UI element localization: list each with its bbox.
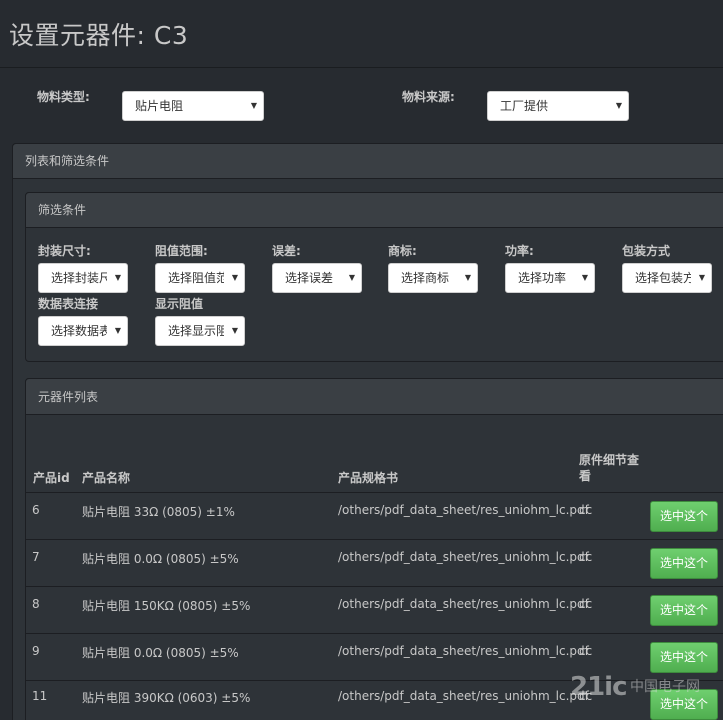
- row-detail: cc: [579, 597, 593, 611]
- brand-value: 选择商标: [401, 271, 450, 285]
- filter-panel-title: 筛选条件: [25, 192, 723, 228]
- row-id: 8: [32, 597, 40, 611]
- resistance-range-value: 选择阻值范围: [168, 271, 224, 285]
- chevron-down-icon: ▼: [114, 273, 121, 282]
- watermark-subtitle: 中国电子网: [630, 679, 700, 695]
- filter-label-packaging: 包装方式: [622, 244, 671, 258]
- chevron-down-icon: ▼: [250, 101, 257, 110]
- row-id: 9: [32, 644, 40, 658]
- row-spec-link[interactable]: /others/pdf_data_sheet/res_uniohm_lc.pdf: [338, 644, 589, 658]
- row-id: 11: [32, 689, 48, 703]
- row-detail: cc: [579, 550, 593, 564]
- chevron-down-icon: ▼: [231, 326, 238, 335]
- filter-label-display-resistance: 显示阻值: [155, 297, 204, 311]
- row-name: 贴片电阻 150KΩ (0805) ±5%: [82, 599, 251, 613]
- chevron-down-icon: ▼: [348, 273, 355, 282]
- column-header-name: 产品名称: [82, 471, 131, 485]
- page-title: 设置元器件: C3: [9, 21, 189, 50]
- row-name: 贴片电阻 0.0Ω (0805) ±5%: [82, 552, 239, 566]
- material-source-label: 物料来源:: [402, 90, 455, 104]
- filter-label-resistance-range: 阻值范围:: [155, 244, 208, 258]
- display-resistance-value: 选择显示阻值: [168, 324, 224, 338]
- row-name: 贴片电阻 33Ω (0805) ±1%: [82, 505, 235, 519]
- row-id: 6: [32, 503, 40, 517]
- packaging-select[interactable]: 选择包装方式 ▼: [622, 263, 712, 293]
- material-type-label: 物料类型:: [37, 90, 90, 104]
- filter-label-brand: 商标:: [388, 244, 417, 258]
- title-divider: [0, 67, 723, 68]
- watermark-logo: 21ic: [570, 672, 628, 702]
- power-value: 选择功率: [518, 271, 567, 285]
- column-header-detail: 原件细节查看: [579, 453, 640, 483]
- chevron-down-icon: ▼: [581, 273, 588, 282]
- select-this-button[interactable]: 选中这个: [650, 501, 718, 532]
- filter-label-package-size: 封装尺寸:: [38, 244, 91, 258]
- power-select[interactable]: 选择功率 ▼: [505, 263, 595, 293]
- datasheet-link-select[interactable]: 选择数据表连接 ▼: [38, 316, 128, 346]
- chevron-down-icon: ▼: [615, 101, 622, 110]
- component-list-title: 元器件列表: [25, 378, 723, 415]
- row-spec-link[interactable]: /others/pdf_data_sheet/res_uniohm_lc.pdf: [338, 550, 589, 564]
- material-type-value: 贴片电阻: [135, 99, 184, 113]
- select-this-button[interactable]: 选中这个: [650, 595, 718, 626]
- row-spec-link[interactable]: /others/pdf_data_sheet/res_uniohm_lc.pdf: [338, 503, 589, 517]
- list-and-filter-panel-title: 列表和筛选条件: [12, 143, 723, 179]
- table-row: 8 贴片电阻 150KΩ (0805) ±5% /others/pdf_data…: [26, 586, 723, 633]
- row-spec-link[interactable]: /others/pdf_data_sheet/res_uniohm_lc.pdf: [338, 689, 589, 703]
- datasheet-link-value: 选择数据表连接: [51, 324, 107, 338]
- table-row: 7 贴片电阻 0.0Ω (0805) ±5% /others/pdf_data_…: [26, 539, 723, 586]
- material-source-select[interactable]: 工厂提供 ▼: [487, 91, 629, 121]
- row-spec-link[interactable]: /others/pdf_data_sheet/res_uniohm_lc.pdf: [338, 597, 589, 611]
- column-header-id: 产品id: [33, 471, 70, 485]
- column-header-spec: 产品规格书: [338, 471, 399, 485]
- row-detail: cc: [579, 644, 593, 658]
- row-name: 贴片电阻 0.0Ω (0805) ±5%: [82, 646, 239, 660]
- table-row: 6 贴片电阻 33Ω (0805) ±1% /others/pdf_data_s…: [26, 492, 723, 539]
- package-size-select[interactable]: 选择封装尺寸 ▼: [38, 263, 128, 293]
- material-source-value: 工厂提供: [500, 99, 549, 113]
- display-resistance-select[interactable]: 选择显示阻值 ▼: [155, 316, 245, 346]
- tolerance-select[interactable]: 选择误差 ▼: [272, 263, 362, 293]
- filter-label-tolerance: 误差:: [272, 244, 301, 258]
- chevron-down-icon: ▼: [464, 273, 471, 282]
- filter-label-datasheet-link: 数据表连接: [38, 297, 99, 311]
- chevron-down-icon: ▼: [114, 326, 121, 335]
- chevron-down-icon: ▼: [231, 273, 238, 282]
- packaging-value: 选择包装方式: [635, 271, 691, 285]
- material-type-select[interactable]: 贴片电阻 ▼: [122, 91, 264, 121]
- chevron-down-icon: ▼: [698, 273, 705, 282]
- resistance-range-select[interactable]: 选择阻值范围 ▼: [155, 263, 245, 293]
- filter-label-power: 功率:: [505, 244, 534, 258]
- row-name: 贴片电阻 390KΩ (0603) ±5%: [82, 691, 251, 705]
- package-size-value: 选择封装尺寸: [51, 271, 107, 285]
- row-detail: cc: [579, 503, 593, 517]
- select-this-button[interactable]: 选中这个: [650, 642, 718, 673]
- select-this-button[interactable]: 选中这个: [650, 548, 718, 579]
- tolerance-value: 选择误差: [285, 271, 334, 285]
- row-id: 7: [32, 550, 40, 564]
- brand-select[interactable]: 选择商标 ▼: [388, 263, 478, 293]
